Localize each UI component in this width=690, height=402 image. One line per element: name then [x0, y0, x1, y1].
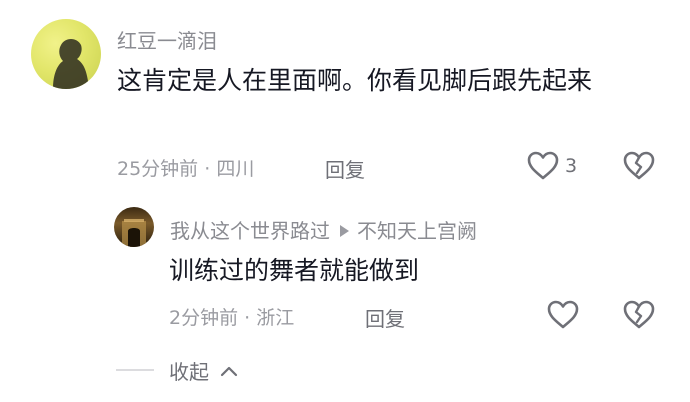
comment-meta: 25分钟前 · 四川: [117, 154, 254, 181]
collapse-label: 收起: [169, 360, 209, 384]
broken-heart-icon: [623, 151, 655, 180]
reply-button[interactable]: 回复: [325, 154, 365, 183]
comment-location: 四川: [216, 158, 255, 180]
comment-text: 这肯定是人在里面啊。你看见脚后跟先起来: [117, 66, 593, 95]
replier-avatar[interactable]: [114, 207, 154, 247]
meta-separator: ·: [204, 158, 217, 180]
reply-time: 2分钟前: [169, 307, 239, 329]
reply-like-button[interactable]: [546, 299, 580, 335]
collapse-button[interactable]: 收起: [169, 356, 239, 385]
meta-separator: ·: [244, 307, 257, 329]
avatar-image: [122, 219, 146, 247]
broken-heart-icon: [623, 300, 655, 329]
commenter-avatar[interactable]: [31, 19, 101, 89]
chevron-up-icon: [221, 366, 238, 377]
avatar-silhouette: [53, 39, 89, 89]
commenter-username[interactable]: 红豆一滴泪: [117, 25, 217, 54]
comment-time: 25分钟前: [117, 158, 199, 180]
like-count: 3: [565, 155, 578, 177]
reply-reply-button[interactable]: 回复: [365, 303, 405, 332]
reply-text: 训练过的舞者就能做到: [169, 256, 420, 285]
collapse-divider: [116, 369, 154, 371]
reply-meta: 2分钟前 · 浙江: [169, 303, 294, 330]
heart-outline-icon: [547, 300, 579, 329]
reply-location: 浙江: [256, 307, 295, 329]
heart-outline-icon: [527, 151, 559, 180]
reply-arrow-icon: [340, 225, 349, 237]
replier-username[interactable]: 我从这个世界路过: [170, 219, 330, 243]
reply-header: 我从这个世界路过 不知天上宫阙: [170, 215, 477, 244]
like-button[interactable]: [526, 150, 560, 186]
reply-to-username[interactable]: 不知天上宫阙: [357, 219, 477, 243]
dislike-button[interactable]: [622, 150, 656, 186]
reply-dislike-button[interactable]: [622, 299, 656, 335]
